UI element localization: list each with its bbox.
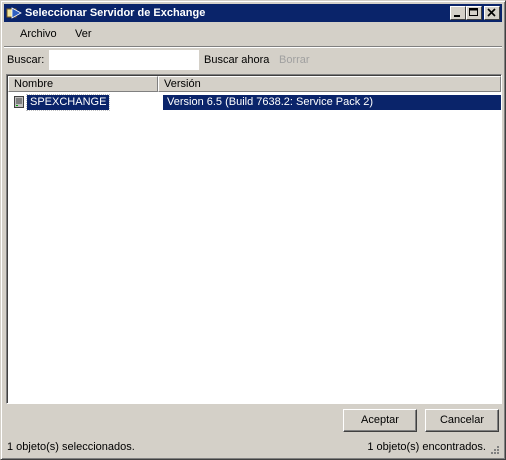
title-bar[interactable]: Seleccionar Servidor de Exchange — [4, 4, 502, 22]
server-icon — [14, 96, 24, 108]
status-bar: 1 objeto(s) seleccionados. 1 objeto(s) e… — [4, 437, 502, 457]
server-name: SPEXCHANGE — [25, 94, 111, 111]
dialog-window: Seleccionar Servidor de Exchange Archivo… — [0, 0, 506, 460]
clear-button[interactable]: Borrar — [279, 54, 310, 66]
server-list[interactable]: Nombre Versión SPEXCHANGE Version 6.5 (B… — [6, 74, 502, 404]
column-header-nombre[interactable]: Nombre — [8, 76, 158, 92]
close-icon — [487, 8, 496, 17]
server-version: Version 6.5 (Build 7638.2: Service Pack … — [163, 95, 501, 110]
menu-bar: Archivo Ver — [5, 25, 503, 45]
status-found: 1 objeto(s) encontrados. — [367, 441, 486, 453]
column-header-version[interactable]: Versión — [158, 76, 501, 92]
status-selected: 1 objeto(s) seleccionados. — [7, 441, 135, 453]
minimize-icon — [454, 15, 460, 17]
minimize-button[interactable] — [450, 6, 466, 20]
window-title: Seleccionar Servidor de Exchange — [25, 7, 206, 19]
menu-ver[interactable]: Ver — [75, 28, 92, 40]
search-now-button[interactable]: Buscar ahora — [204, 54, 269, 66]
column-header-label: Nombre — [14, 78, 54, 90]
exchange-app-icon — [6, 7, 22, 19]
maximize-button[interactable] — [466, 6, 482, 20]
cancel-button[interactable]: Cancelar — [425, 409, 499, 432]
resize-grip-icon[interactable] — [488, 443, 500, 455]
search-input[interactable] — [49, 50, 199, 70]
column-header-label: Versión — [164, 78, 201, 90]
ok-button[interactable]: Aceptar — [343, 409, 417, 432]
search-bar: Buscar: Buscar ahora Borrar — [4, 50, 502, 72]
search-label: Buscar: — [7, 54, 45, 66]
menu-archivo[interactable]: Archivo — [20, 28, 57, 40]
close-button[interactable] — [484, 6, 500, 20]
maximize-icon — [469, 8, 478, 16]
menu-separator — [4, 46, 502, 48]
list-row[interactable]: SPEXCHANGE Version 6.5 (Build 7638.2: Se… — [11, 94, 501, 111]
